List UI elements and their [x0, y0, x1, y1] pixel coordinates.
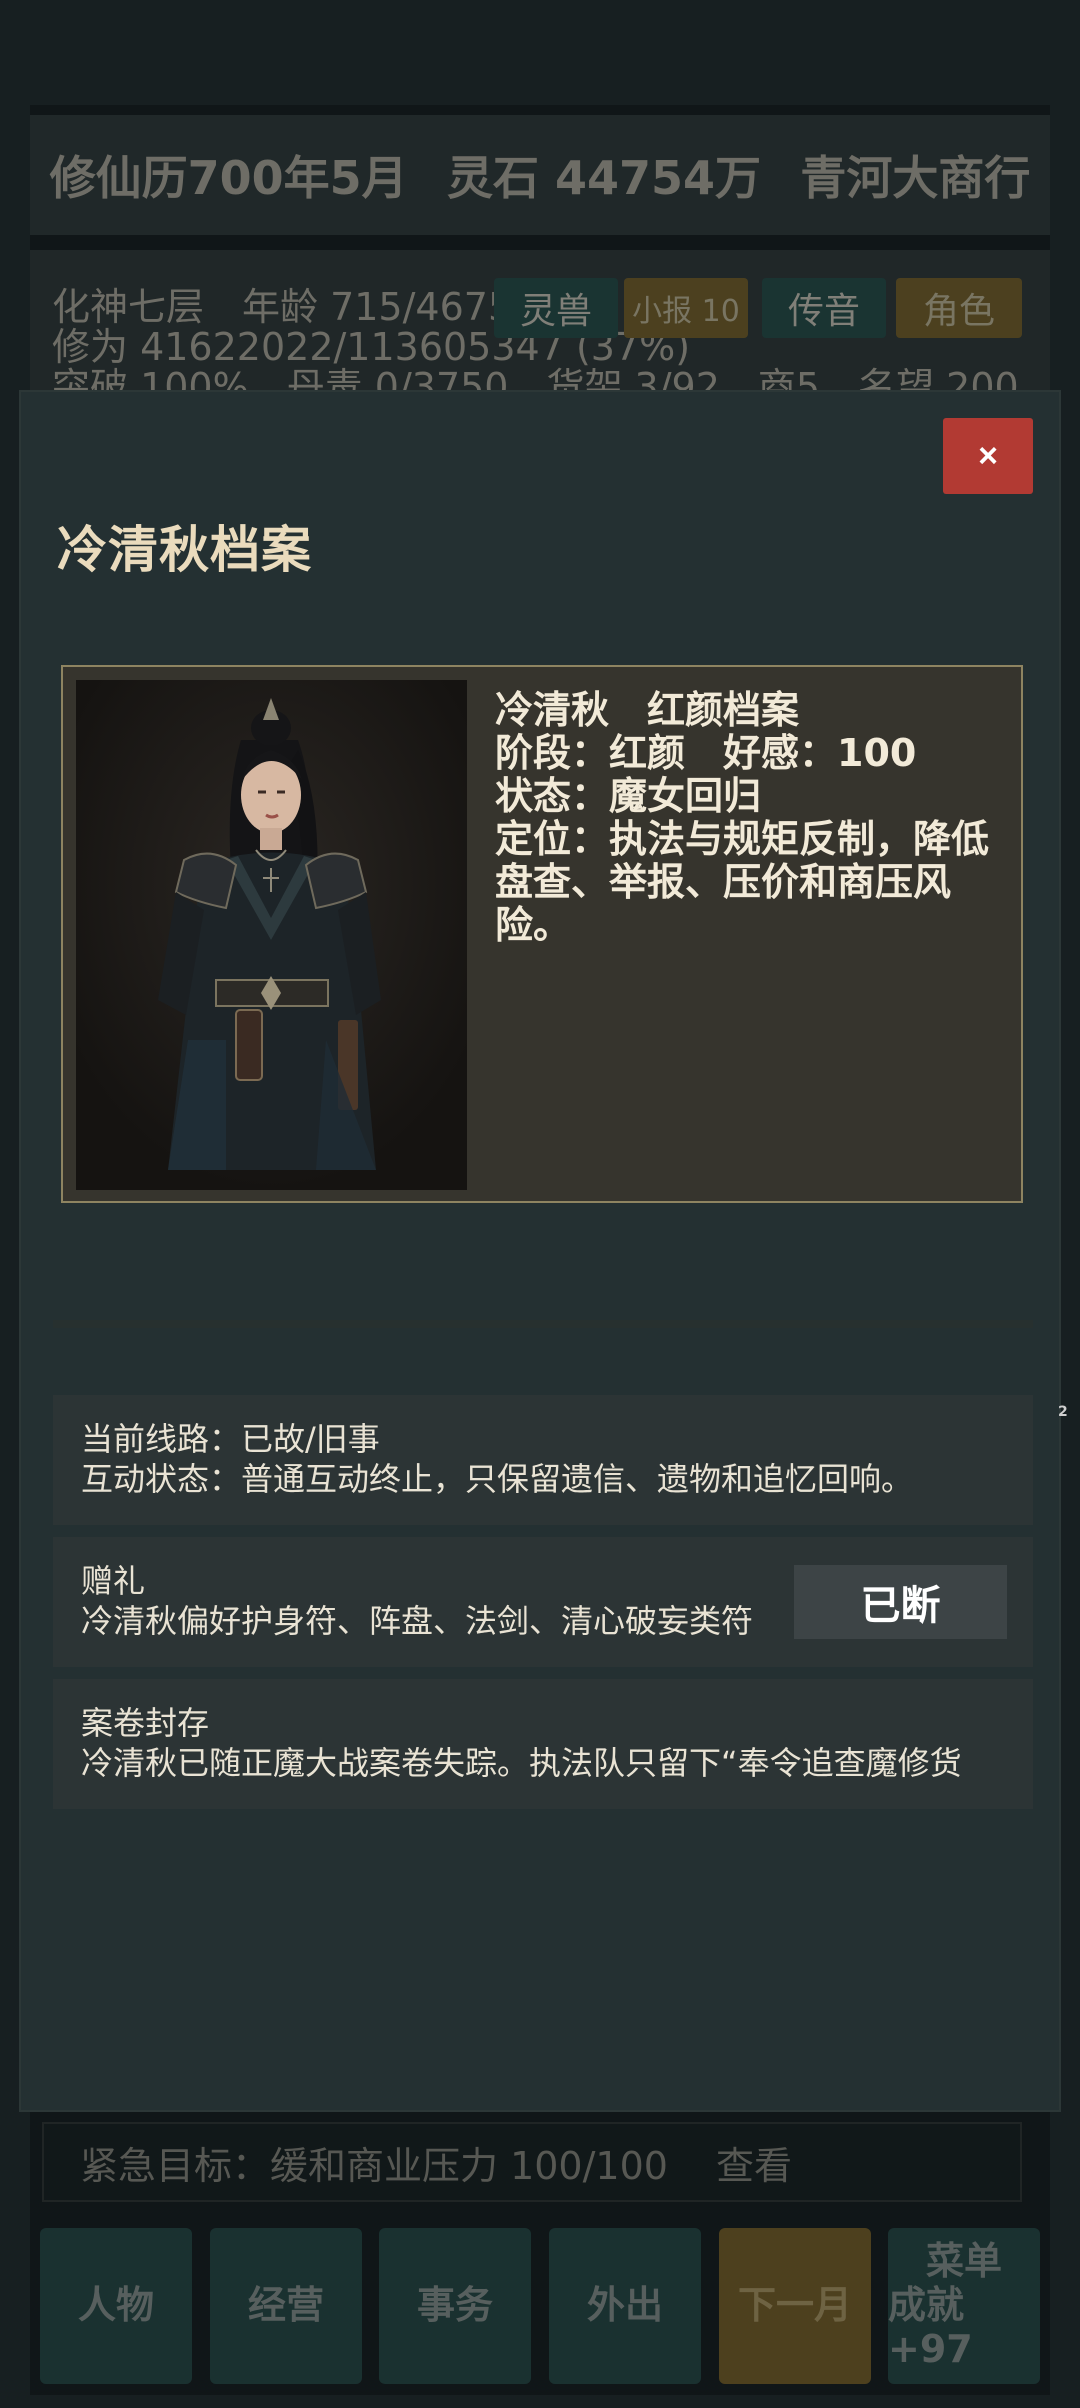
profile-card: 冷清秋 红颜档案 阶段：红颜 好感：100 状态：魔女回归 定位：执法与规矩反制…	[61, 665, 1023, 1203]
profile-stage-line: 阶段：红颜 好感：100	[495, 731, 917, 775]
gift-card: 赠礼 冷清秋偏好护身符、阵盘、法剑、清心破妄类符 已断	[53, 1537, 1033, 1667]
character-profile-modal: × 冷清秋档案 冷清秋 红颜档案 阶段：红颜 好感：100 状态：魔女回归 定位…	[19, 390, 1061, 2112]
divider	[53, 1320, 1033, 1328]
archive-description: 冷清秋已随正魔大战案卷失踪。执法队只留下“奉令追查魔修货	[81, 1744, 962, 1782]
character-portrait	[76, 680, 467, 1190]
portrait-illustration	[76, 680, 467, 1190]
modal-title: 冷清秋档案	[57, 521, 312, 579]
profile-role-line: 定位：执法与规矩反制，降低盘查、举报、压价和商压风险。	[495, 817, 990, 947]
interaction-status-line: 互动状态：普通互动终止，只保留遗信、遗物和追忆回响。	[81, 1460, 914, 1498]
archive-card: 案卷封存 冷清秋已随正魔大战案卷失踪。执法队只留下“奉令追查魔修货	[53, 1679, 1033, 1809]
archive-title: 案卷封存	[81, 1704, 210, 1742]
profile-name-line: 冷清秋 红颜档案	[495, 688, 800, 732]
profile-text: 冷清秋 红颜档案 阶段：红颜 好感：100 状态：魔女回归 定位：执法与规矩反制…	[495, 689, 995, 947]
edge-mark: 2	[1058, 1404, 1068, 1420]
close-button[interactable]: ×	[943, 418, 1033, 494]
profile-status-line: 状态：魔女回归	[495, 774, 762, 818]
route-card: 当前线路：已故/旧事 互动状态：普通互动终止，只保留遗信、遗物和追忆回响。	[53, 1395, 1033, 1525]
route-line: 当前线路：已故/旧事	[81, 1420, 380, 1458]
gift-disabled-button[interactable]: 已断	[794, 1565, 1007, 1639]
gift-description: 冷清秋偏好护身符、阵盘、法剑、清心破妄类符	[81, 1602, 754, 1640]
